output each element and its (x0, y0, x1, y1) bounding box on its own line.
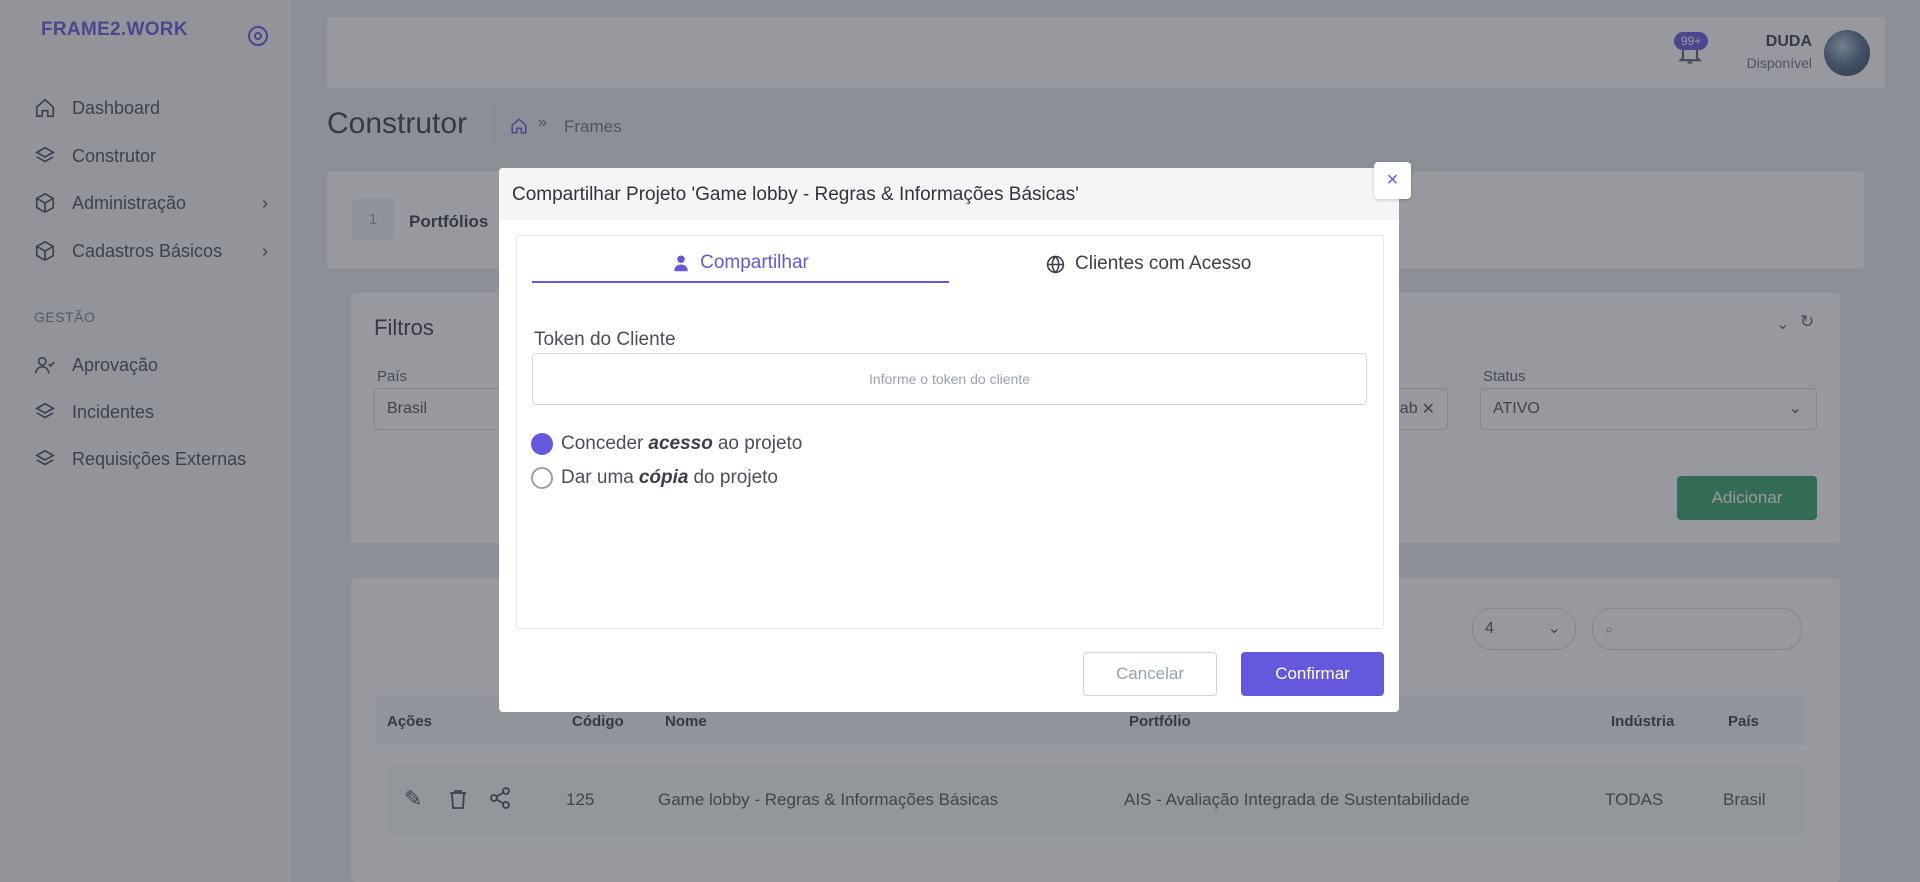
radio-button[interactable] (531, 467, 553, 489)
tab-compartilhar[interactable]: Compartilhar (532, 245, 949, 283)
radio-label-em: cópia (638, 467, 689, 488)
close-icon[interactable]: × (1374, 162, 1411, 199)
radio-label-em: acesso (648, 433, 713, 454)
radio-label-pre: Conceder (561, 433, 644, 454)
tab-label: Clientes com Acesso (1075, 253, 1252, 274)
confirm-button[interactable]: Confirmar (1241, 652, 1384, 696)
globe-icon (1046, 254, 1065, 274)
radio-give-copy[interactable]: Dar uma cópia do projeto (531, 466, 778, 490)
modal-header: Compartilhar Projeto 'Game lobby - Regra… (499, 168, 1399, 220)
radio-label-pre: Dar uma (561, 467, 634, 488)
radio-button-checked[interactable] (531, 433, 553, 455)
cancel-button[interactable]: Cancelar (1083, 652, 1217, 696)
radio-label-post: do projeto (693, 467, 778, 488)
token-input[interactable]: Informe o token do cliente (532, 353, 1367, 405)
radio-grant-access[interactable]: Conceder acesso ao projeto (531, 432, 802, 456)
radio-label-post: ao projeto (717, 433, 803, 454)
user-icon (672, 254, 690, 272)
token-label: Token do Cliente (534, 329, 676, 350)
tab-label: Compartilhar (700, 252, 809, 273)
modal-title: Compartilhar Projeto 'Game lobby - Regra… (512, 184, 1079, 205)
tab-clientes-com-acesso[interactable]: Clientes com Acesso (1046, 245, 1251, 283)
token-placeholder: Informe o token do cliente (868, 371, 1031, 387)
